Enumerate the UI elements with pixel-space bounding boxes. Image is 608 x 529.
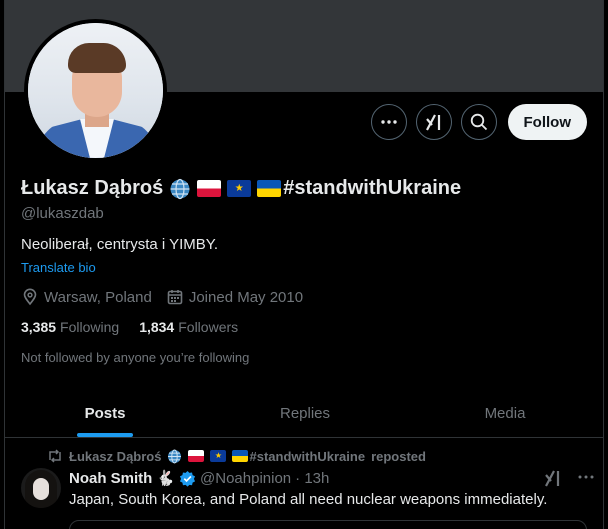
ukraine-flag-icon <box>232 450 249 462</box>
tab-media[interactable]: Media <box>405 390 603 437</box>
search-button[interactable] <box>460 104 497 140</box>
tab-replies[interactable]: Replies <box>205 390 405 437</box>
tab-posts[interactable]: Posts <box>5 390 205 437</box>
tab-posts-label: Posts <box>84 405 126 422</box>
grok-icon <box>425 114 440 131</box>
follow-button[interactable]: Follow <box>507 104 587 140</box>
location-item: Warsaw, Poland <box>21 288 152 306</box>
location-text: Warsaw, Poland <box>44 288 152 306</box>
avatar-photo <box>28 23 163 158</box>
tweet-text: Japan, South Korea, and Poland all need … <box>69 491 548 508</box>
tweet-time[interactable]: · 13h <box>295 470 329 487</box>
globe-icon <box>168 449 182 463</box>
profile-bio: Neoliberał, centrysta i YIMBY. <box>21 236 219 253</box>
more-button[interactable] <box>370 104 407 140</box>
tweet-header: Noah Smith 🐇 @Noahpinion · 13h <box>69 469 329 488</box>
tweet-author[interactable]: Noah Smith <box>69 470 152 487</box>
poland-flag-icon <box>197 180 222 197</box>
repost-hashtag: #standwithUkraine <box>249 448 366 464</box>
profile-hashtag: #standwithUkraine <box>283 177 462 199</box>
profile-actions: Follow <box>370 104 587 140</box>
location-icon <box>23 288 37 306</box>
profile-tabs: Posts Replies Media <box>5 390 603 438</box>
translate-bio-link[interactable]: Translate bio <box>21 260 96 275</box>
tab-replies-label: Replies <box>279 405 331 422</box>
grok-icon[interactable] <box>543 468 563 488</box>
search-icon <box>470 113 487 131</box>
not-followed-note: Not followed by anyone you’re following <box>21 350 250 365</box>
profile-page: Follow Łukasz Dąbroś #standwithUkraine @… <box>4 0 604 529</box>
ukraine-flag-icon <box>257 180 282 197</box>
tweet-more-icon[interactable] <box>577 468 595 486</box>
tweet-media-edge <box>69 520 587 529</box>
tweet-avatar[interactable] <box>21 468 61 508</box>
grok-button[interactable] <box>415 104 452 140</box>
profile-avatar[interactable] <box>24 19 167 162</box>
follow-label: Follow <box>523 113 572 131</box>
followers-link[interactable]: 1,834 Followers <box>139 319 238 335</box>
joined-item: Joined May 2010 <box>166 288 303 306</box>
verified-badge-icon <box>179 470 196 487</box>
follow-stats: 3,385 Following 1,834 Followers <box>21 319 238 335</box>
profile-handle: @lukaszdab <box>21 205 104 222</box>
following-count: 3,385 <box>21 319 57 335</box>
following-link[interactable]: 3,385 Following <box>21 319 119 335</box>
calendar-icon <box>167 290 183 305</box>
eu-flag-icon <box>210 450 227 462</box>
globe-icon <box>170 178 190 199</box>
followers-label: Followers <box>178 319 239 335</box>
repost-context[interactable]: Łukasz Dąbroś #standwithUkraine reposted <box>47 448 426 464</box>
repost-name: Łukasz Dąbroś <box>69 448 162 464</box>
following-label: Following <box>60 319 120 335</box>
tab-media-label: Media <box>484 405 526 422</box>
repost-suffix: reposted <box>371 448 426 464</box>
poland-flag-icon <box>188 450 205 462</box>
tweet-handle[interactable]: @Noahpinion <box>200 470 291 487</box>
profile-meta: Warsaw, Poland Joined May 2010 <box>21 288 303 306</box>
eu-flag-icon <box>227 180 252 197</box>
more-icon <box>380 120 397 124</box>
repost-icon <box>49 449 61 463</box>
followers-count: 1,834 <box>139 319 175 335</box>
rabbit-emoji: 🐇 <box>156 470 176 487</box>
profile-name: Łukasz Dąbroś <box>21 177 164 199</box>
joined-text: Joined May 2010 <box>188 288 304 306</box>
profile-name-row: Łukasz Dąbroś #standwithUkraine <box>21 177 461 200</box>
